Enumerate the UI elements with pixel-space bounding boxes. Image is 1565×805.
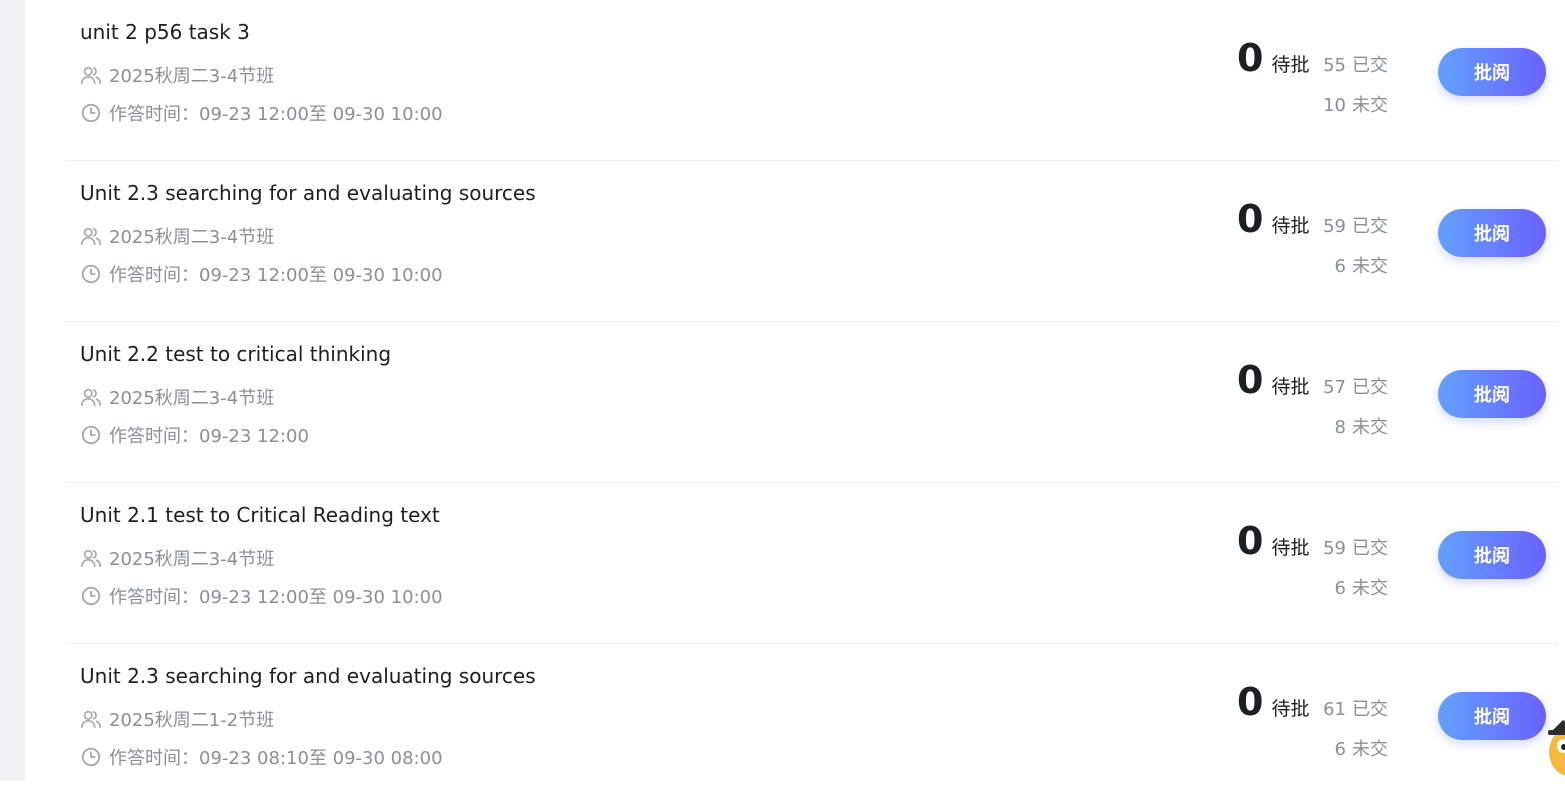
submitted-stat: 59 已交 <box>1323 534 1388 560</box>
assignment-class-name: 2025秋周二3-4节班 <box>109 388 275 409</box>
pending-label: 待批 <box>1271 376 1310 398</box>
unsubmitted-stat: 8 未交 <box>1335 413 1388 439</box>
assignment-time-text: 作答时间：09-23 12:00至 09-30 10:00 <box>109 587 443 608</box>
clock-icon <box>80 263 102 285</box>
assignment-class: 2025秋周二3-4节班 <box>80 225 275 248</box>
unsubmitted-label: 未交 <box>1352 417 1388 438</box>
submitted-stat: 59 已交 <box>1323 212 1388 238</box>
assignment-title[interactable]: Unit 2.1 test to Critical Reading text <box>80 503 440 527</box>
pending-label: 待批 <box>1271 215 1310 237</box>
assignment-title[interactable]: Unit 2.2 test to critical thinking <box>80 342 391 366</box>
unsubmitted-stat: 6 未交 <box>1335 252 1388 278</box>
unsubmitted-stat: 6 未交 <box>1335 735 1388 761</box>
users-icon <box>80 225 102 247</box>
assignment-row: unit 2 p56 task 3 2025秋周二3-4节班 作答时间：09-2… <box>65 0 1558 161</box>
pending-stat: 0 待批 <box>1237 680 1309 724</box>
submitted-label: 已交 <box>1352 699 1388 720</box>
assignment-time-text: 作答时间：09-23 12:00 <box>109 426 309 447</box>
assignment-row: Unit 2.3 searching for and evaluating so… <box>65 161 1558 322</box>
submitted-stat: 55 已交 <box>1323 51 1388 77</box>
assignment-time: 作答时间：09-23 12:00至 09-30 10:00 <box>80 585 443 608</box>
pending-count: 0 <box>1237 197 1264 241</box>
assignment-class: 2025秋周二3-4节班 <box>80 64 275 87</box>
users-icon <box>80 708 102 730</box>
assignment-time-text: 作答时间：09-23 12:00至 09-30 10:00 <box>109 265 443 286</box>
unsubmitted-stat: 6 未交 <box>1335 574 1388 600</box>
unsubmitted-label: 未交 <box>1352 578 1388 599</box>
submitted-count: 59 <box>1323 538 1346 559</box>
pending-label: 待批 <box>1271 698 1310 720</box>
assignment-class-name: 2025秋周二1-2节班 <box>109 710 275 731</box>
assignment-class: 2025秋周二3-4节班 <box>80 386 275 409</box>
assignment-class-name: 2025秋周二3-4节班 <box>109 549 275 570</box>
assignment-time: 作答时间：09-23 08:10至 09-30 08:00 <box>80 746 443 769</box>
mascot-icon[interactable] <box>1543 710 1565 790</box>
assignment-title[interactable]: Unit 2.3 searching for and evaluating so… <box>80 181 536 205</box>
unsubmitted-count: 6 <box>1334 256 1346 277</box>
clock-icon <box>80 102 102 124</box>
unsubmitted-stat: 10 未交 <box>1323 91 1388 117</box>
clock-icon <box>80 585 102 607</box>
assignment-list: unit 2 p56 task 3 2025秋周二3-4节班 作答时间：09-2… <box>65 0 1558 805</box>
submitted-count: 61 <box>1323 699 1346 720</box>
submitted-count: 59 <box>1323 216 1346 237</box>
review-button[interactable]: 批阅 <box>1438 209 1546 257</box>
assignment-time: 作答时间：09-23 12:00至 09-30 10:00 <box>80 263 443 286</box>
pending-stat: 0 待批 <box>1237 36 1309 80</box>
review-button[interactable]: 批阅 <box>1438 531 1546 579</box>
clock-icon <box>80 746 102 768</box>
assignment-class-name: 2025秋周二3-4节班 <box>109 66 275 87</box>
pending-count: 0 <box>1237 358 1264 402</box>
submitted-label: 已交 <box>1352 538 1388 559</box>
pending-stat: 0 待批 <box>1237 358 1309 402</box>
assignment-title[interactable]: unit 2 p56 task 3 <box>80 20 250 44</box>
assignment-class: 2025秋周二3-4节班 <box>80 547 275 570</box>
submitted-count: 55 <box>1323 55 1346 76</box>
unsubmitted-count: 10 <box>1323 95 1346 116</box>
submitted-label: 已交 <box>1352 216 1388 237</box>
assignment-time-text: 作答时间：09-23 08:10至 09-30 08:00 <box>109 748 443 769</box>
assignment-class-name: 2025秋周二3-4节班 <box>109 227 275 248</box>
pending-count: 0 <box>1237 680 1264 724</box>
submitted-label: 已交 <box>1352 377 1388 398</box>
users-icon <box>80 547 102 569</box>
review-button[interactable]: 批阅 <box>1438 48 1546 96</box>
assignment-time: 作答时间：09-23 12:00至 09-30 10:00 <box>80 102 443 125</box>
unsubmitted-label: 未交 <box>1352 95 1388 116</box>
assignment-class: 2025秋周二1-2节班 <box>80 708 275 731</box>
assignment-row: Unit 2.1 test to Critical Reading text 2… <box>65 483 1558 644</box>
pending-stat: 0 待批 <box>1237 197 1309 241</box>
pending-count: 0 <box>1237 519 1264 563</box>
submitted-stat: 61 已交 <box>1323 695 1388 721</box>
pending-stat: 0 待批 <box>1237 519 1309 563</box>
assignment-time: 作答时间：09-23 12:00 <box>80 424 309 447</box>
unsubmitted-count: 8 <box>1334 417 1346 438</box>
pending-count: 0 <box>1237 36 1264 80</box>
pending-label: 待批 <box>1271 54 1310 76</box>
submitted-stat: 57 已交 <box>1323 373 1388 399</box>
submitted-label: 已交 <box>1352 55 1388 76</box>
clock-icon <box>80 424 102 446</box>
submitted-count: 57 <box>1323 377 1346 398</box>
unsubmitted-label: 未交 <box>1352 739 1388 760</box>
assignment-title[interactable]: Unit 2.3 searching for and evaluating so… <box>80 664 536 688</box>
pending-label: 待批 <box>1271 537 1310 559</box>
unsubmitted-count: 6 <box>1334 739 1346 760</box>
users-icon <box>80 386 102 408</box>
assignment-time-text: 作答时间：09-23 12:00至 09-30 10:00 <box>109 104 443 125</box>
unsubmitted-label: 未交 <box>1352 256 1388 277</box>
users-icon <box>80 64 102 86</box>
left-sidebar-strip <box>0 0 25 781</box>
assignment-row: Unit 2.2 test to critical thinking 2025秋… <box>65 322 1558 483</box>
review-button[interactable]: 批阅 <box>1438 692 1546 740</box>
review-button[interactable]: 批阅 <box>1438 370 1546 418</box>
unsubmitted-count: 6 <box>1334 578 1346 599</box>
